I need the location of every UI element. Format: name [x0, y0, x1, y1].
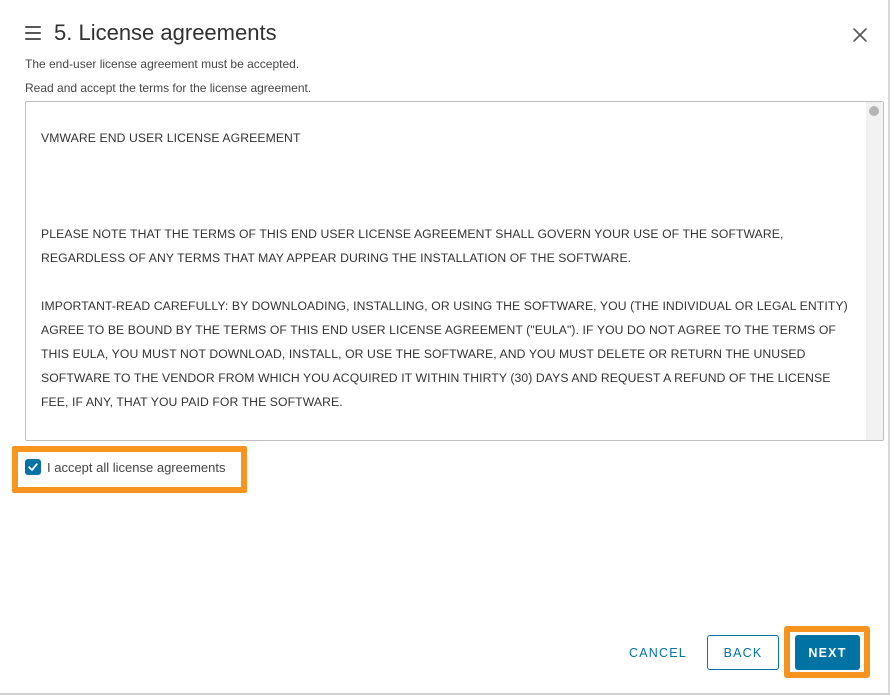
license-content: VMWARE END USER LICENSE AGREEMENT PLEASE… — [41, 126, 858, 414]
license-heading: VMWARE END USER LICENSE AGREEMENT — [41, 131, 301, 145]
hamburger-menu-icon[interactable] — [25, 26, 41, 40]
checkmark-icon — [28, 463, 38, 471]
accept-checkbox-row[interactable]: I accept all license agreements — [25, 459, 225, 475]
license-scrollbar[interactable] — [866, 102, 883, 440]
cancel-button[interactable]: CANCEL — [618, 635, 698, 670]
dialog-header: 5. License agreements — [25, 18, 277, 48]
instruction-message: Read and accept the terms for the licens… — [25, 81, 312, 95]
license-paragraph-2: IMPORTANT-READ CAREFULLY: BY DOWNLOADING… — [41, 299, 848, 409]
license-paragraph-1: PLEASE NOTE THAT THE TERMS OF THIS END U… — [41, 227, 784, 265]
scrollbar-thumb[interactable] — [869, 106, 879, 116]
required-message: The end-user license agreement must be a… — [25, 57, 300, 71]
next-button[interactable]: NEXT — [795, 635, 860, 670]
accept-label[interactable]: I accept all license agreements — [47, 460, 225, 475]
page-title: 5. License agreements — [54, 20, 277, 45]
accept-checkbox[interactable] — [25, 459, 41, 475]
back-button[interactable]: BACK — [707, 635, 779, 670]
license-agreements-dialog: 5. License agreements The end-user licen… — [0, 0, 890, 695]
license-text-box[interactable]: VMWARE END USER LICENSE AGREEMENT PLEASE… — [25, 101, 884, 441]
close-icon[interactable] — [851, 26, 869, 44]
